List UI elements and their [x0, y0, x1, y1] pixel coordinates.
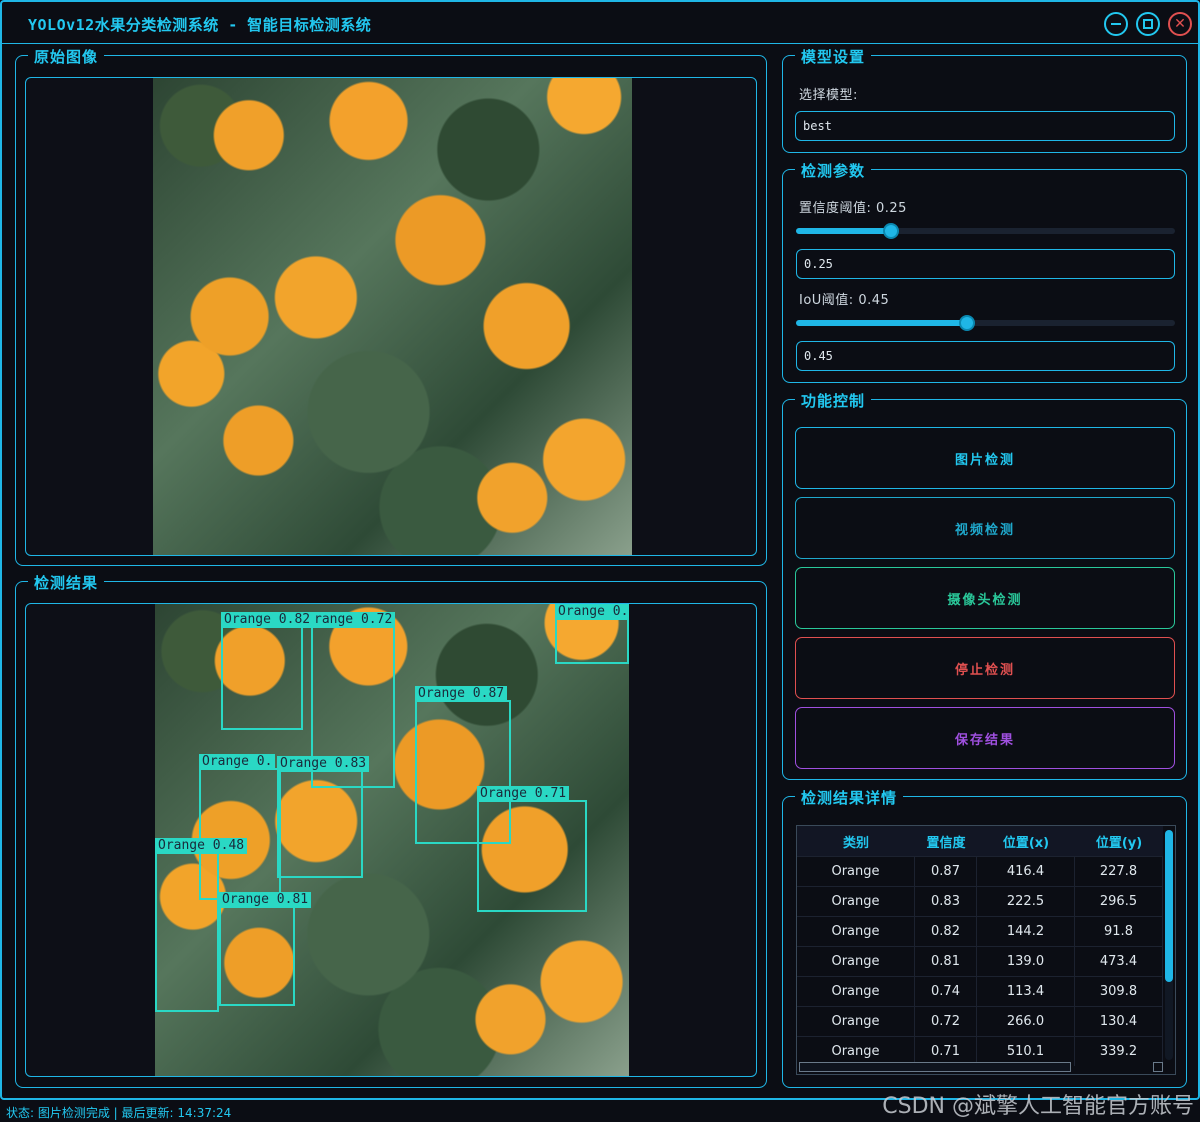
detection-label: Orange 0.71	[477, 786, 570, 802]
table-cell: 266.0	[977, 1007, 1075, 1036]
table-cell: Orange	[797, 977, 915, 1006]
column-header-y[interactable]: 位置(y)	[1075, 826, 1163, 856]
detection-label: Orange 0.83	[277, 756, 370, 772]
iou-label: IoU阈值: 0.45	[799, 293, 890, 308]
table-row[interactable]: Orange 0.72 266.0 130.4	[797, 1006, 1163, 1036]
table-cell: 296.5	[1075, 887, 1163, 916]
table-cell: 0.74	[915, 977, 977, 1006]
table-cell: 144.2	[977, 917, 1075, 946]
stop-detect-button[interactable]: 停止检测	[795, 637, 1175, 699]
minimize-icon	[1111, 23, 1121, 25]
table-cell: 222.5	[977, 887, 1075, 916]
table-row[interactable]: Orange 0.74 113.4 309.8	[797, 976, 1163, 1006]
table-cell: Orange	[797, 917, 915, 946]
column-header-class[interactable]: 类别	[797, 826, 915, 856]
confidence-slider[interactable]	[796, 223, 1175, 239]
horizontal-scrollbar[interactable]	[799, 1062, 1071, 1072]
table-cell: 91.8	[1075, 917, 1163, 946]
table-cell: 0.83	[915, 887, 977, 916]
detection-box: Orange 0.82	[221, 612, 314, 730]
table-cell: 0.82	[915, 917, 977, 946]
table-cell: 0.72	[915, 1007, 977, 1036]
maximize-button[interactable]	[1136, 12, 1160, 36]
camera-detect-button[interactable]: 摄像头检测	[795, 567, 1175, 629]
result-image-frame: Orange 0.82 range 0.72 Orange 0.66 Orang…	[25, 603, 757, 1077]
table-cell: 309.8	[1075, 977, 1163, 1006]
table-row[interactable]: Orange 0.83 222.5 296.5	[797, 886, 1163, 916]
table-row[interactable]: Orange 0.82 144.2 91.8	[797, 916, 1163, 946]
original-image	[153, 78, 632, 555]
maximize-icon	[1143, 19, 1153, 29]
confidence-slider-handle[interactable]	[883, 223, 899, 239]
iou-input[interactable]: 0.45	[796, 341, 1175, 371]
detection-label: Orange 0.66	[555, 604, 629, 620]
table-cell: 339.2	[1075, 1037, 1163, 1066]
close-icon: ✕	[1174, 16, 1186, 32]
column-header-x[interactable]: 位置(x)	[977, 826, 1075, 856]
detection-box: Orange 0.81	[219, 892, 312, 1006]
status-bar: 状态: 图片检测完成 | 最后更新: 14:37:24 CSDN @斌擎人工智能…	[0, 1094, 1200, 1122]
iou-slider-fill	[796, 320, 967, 326]
table-cell: Orange	[797, 887, 915, 916]
table-header: 类别 置信度 位置(x) 位置(y)	[797, 826, 1163, 856]
video-detect-button[interactable]: 视频检测	[795, 497, 1175, 559]
detection-box: Orange 0.83	[277, 756, 370, 878]
table-cell: 0.81	[915, 947, 977, 976]
title-bar: YOLOv12水果分类检测系统 - 智能目标检测系统 ✕	[2, 2, 1198, 44]
function-control-title: 功能控制	[795, 390, 872, 411]
confidence-label: 置信度阈值: 0.25	[799, 201, 907, 216]
status-text: 状态: 图片检测完成 | 最后更新: 14:37:24	[6, 1106, 232, 1120]
table-cell: 416.4	[977, 857, 1075, 886]
vertical-scroll-thumb[interactable]	[1165, 830, 1173, 982]
detection-table[interactable]: 类别 置信度 位置(x) 位置(y) Orange 0.87 416.4 227.8 O…	[796, 825, 1176, 1075]
detection-label: Orange 0.	[199, 754, 276, 770]
close-button[interactable]: ✕	[1168, 12, 1192, 36]
table-cell: 113.4	[977, 977, 1075, 1006]
table-row[interactable]: Orange 0.87 416.4 227.8	[797, 856, 1163, 886]
table-cell: 473.4	[1075, 947, 1163, 976]
table-cell: Orange	[797, 947, 915, 976]
iou-slider[interactable]	[796, 315, 1175, 331]
confidence-input[interactable]: 0.25	[796, 249, 1175, 279]
detection-box: Orange 0.71	[477, 786, 587, 912]
detection-label: range 0.72	[311, 612, 396, 628]
confidence-slider-fill	[796, 228, 891, 234]
table-cell: Orange	[797, 1007, 915, 1036]
save-result-button[interactable]: 保存结果	[795, 707, 1175, 769]
select-model-label: 选择模型:	[799, 88, 858, 103]
model-select[interactable]: best	[795, 111, 1175, 141]
watermark: CSDN @斌擎人工智能官方账号	[882, 1094, 1194, 1119]
column-header-confidence[interactable]: 置信度	[915, 826, 977, 856]
app-window: YOLOv12水果分类检测系统 - 智能目标检测系统 ✕ 原始图像 检测结果 O…	[0, 0, 1200, 1100]
model-settings-title: 模型设置	[795, 46, 872, 67]
vertical-scrollbar[interactable]	[1165, 830, 1173, 1060]
window-title: YOLOv12水果分类检测系统 - 智能目标检测系统	[28, 16, 372, 34]
detection-label: Orange 0.87	[415, 686, 508, 702]
detection-label: Orange 0.48	[155, 838, 248, 854]
horizontal-scroll-end[interactable]	[1153, 1062, 1163, 1072]
detection-params-title: 检测参数	[795, 160, 872, 181]
iou-slider-handle[interactable]	[959, 315, 975, 331]
table-cell: Orange	[797, 857, 915, 886]
image-detect-button[interactable]: 图片检测	[795, 427, 1175, 489]
minimize-button[interactable]	[1104, 12, 1128, 36]
detection-box: Orange 0.66	[555, 604, 629, 664]
table-row[interactable]: Orange 0.81 139.0 473.4	[797, 946, 1163, 976]
original-image-title: 原始图像	[28, 46, 105, 67]
table-cell: 139.0	[977, 947, 1075, 976]
table-cell: 0.87	[915, 857, 977, 886]
detection-label: Orange 0.81	[219, 892, 312, 908]
original-image-frame	[25, 77, 757, 556]
table-cell: 130.4	[1075, 1007, 1163, 1036]
detection-details-title: 检测结果详情	[795, 787, 904, 808]
detection-label: Orange 0.82	[221, 612, 314, 628]
result-image-title: 检测结果	[28, 572, 105, 593]
detection-box: Orange 0.48	[155, 838, 248, 1012]
table-cell: 227.8	[1075, 857, 1163, 886]
result-image: Orange 0.82 range 0.72 Orange 0.66 Orang…	[155, 604, 629, 1076]
